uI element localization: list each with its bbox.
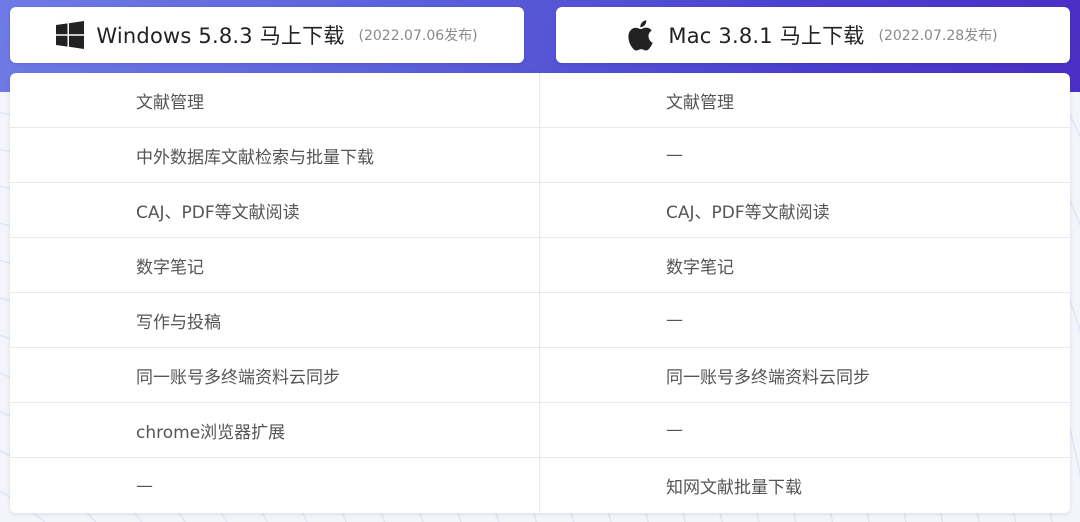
mac-feature-cell: 数字笔记 (666, 257, 734, 278)
table-row: 数字笔记 数字笔记 (10, 238, 1070, 293)
mac-feature-cell: 文献管理 (666, 92, 734, 113)
windows-logo-icon (56, 21, 85, 49)
windows-feature-cell: 中外数据库文献检索与批量下载 (10, 128, 540, 182)
mac-download-label: Mac 3.8.1 马上下载 (668, 24, 865, 48)
mac-download-button[interactable]: Mac 3.8.1 马上下载 (2022.07.28发布) (556, 7, 1070, 63)
feature-comparison-table: 文献管理 文献管理 中外数据库文献检索与批量下载 — CAJ、PDF等文献阅读 … (10, 73, 1070, 513)
mac-feature-cell: — (666, 145, 683, 165)
windows-feature-cell: 数字笔记 (10, 238, 540, 292)
windows-feature-cell: — (10, 458, 540, 513)
windows-download-label: Windows 5.8.3 马上下载 (96, 24, 345, 48)
table-row: chrome浏览器扩展 — (10, 403, 1070, 458)
windows-feature-cell: chrome浏览器扩展 (10, 403, 540, 457)
mac-feature-cell: 同一账号多终端资料云同步 (666, 367, 870, 388)
mac-feature-cell: — (666, 420, 683, 440)
mac-feature-cell: 知网文献批量下载 (666, 478, 802, 498)
table-row: 文献管理 文献管理 (10, 73, 1070, 128)
windows-feature-cell: 文献管理 (10, 73, 540, 127)
windows-feature-cell: CAJ、PDF等文献阅读 (10, 183, 540, 237)
table-row: 同一账号多终端资料云同步 同一账号多终端资料云同步 (10, 348, 1070, 403)
windows-release-date: (2022.07.06发布) (358, 28, 478, 44)
table-row: 中外数据库文献检索与批量下载 — (10, 128, 1070, 183)
windows-feature-cell: 写作与投稿 (10, 293, 540, 347)
mac-feature-cell: — (666, 310, 683, 330)
table-row: — 知网文献批量下载 (10, 458, 1070, 513)
table-row: CAJ、PDF等文献阅读 CAJ、PDF等文献阅读 (10, 183, 1070, 238)
apple-logo-icon (628, 18, 656, 52)
windows-download-button[interactable]: Windows 5.8.3 马上下载 (2022.07.06发布) (10, 7, 524, 63)
mac-release-date: (2022.07.28发布) (878, 28, 998, 44)
table-row: 写作与投稿 — (10, 293, 1070, 348)
windows-feature-cell: 同一账号多终端资料云同步 (10, 348, 540, 402)
mac-feature-cell: CAJ、PDF等文献阅读 (666, 202, 830, 223)
